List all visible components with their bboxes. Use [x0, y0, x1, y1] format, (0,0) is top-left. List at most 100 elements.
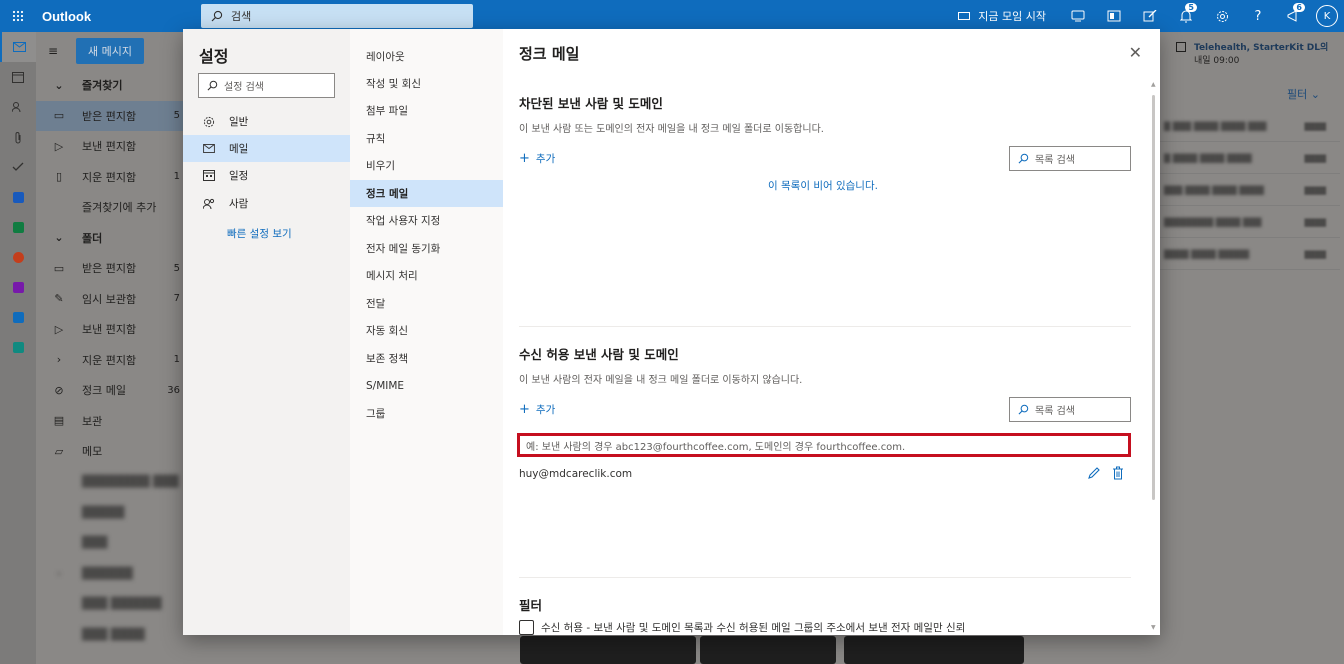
subcategory-item[interactable]: 그룹	[350, 400, 503, 427]
filters-title: 필터	[519, 598, 543, 613]
folder-item[interactable]: ⊘ 정크 메일 36	[36, 375, 200, 406]
trust-safe-only-checkbox[interactable]	[519, 620, 534, 635]
scroll-up-icon[interactable]: ▲	[1151, 81, 1156, 88]
scroll-down-icon[interactable]: ▼	[1151, 624, 1156, 631]
notifications-bell-icon[interactable]: 5	[1168, 0, 1204, 32]
folder-item[interactable]: ▱ 메모	[36, 436, 200, 467]
powerpoint-app-icon[interactable]	[0, 242, 36, 272]
user-avatar[interactable]: K	[1316, 5, 1338, 27]
safe-list-search-input[interactable]: 목록 검색	[1009, 397, 1131, 422]
folder-item-blurred: █████	[82, 505, 125, 519]
edit-pencil-icon[interactable]	[1087, 466, 1101, 483]
folder-label: 즐겨찾기	[82, 79, 123, 93]
attachments-app-icon[interactable]	[0, 122, 36, 152]
preview-thumbnail	[700, 636, 836, 664]
folder-item[interactable]: › 지운 편지함 1	[36, 345, 200, 376]
subcategory-item[interactable]: 레이아웃	[350, 43, 503, 70]
filter-button[interactable]: 필터 ⌄	[1287, 86, 1320, 102]
compose-note-icon[interactable]	[1132, 0, 1168, 32]
message-row[interactable]: █ ███ ████ ████ ███ ████	[1160, 112, 1340, 142]
subcategory-item[interactable]: 전자 메일 동기화	[350, 235, 503, 262]
folder-item[interactable]: ▷ 보낸 편지함	[36, 131, 200, 162]
folder-label: 받은 편지함	[82, 262, 137, 276]
people-app-icon[interactable]	[0, 92, 36, 122]
calendar-app-icon[interactable]	[0, 62, 36, 92]
subcategory-item[interactable]: 전달	[350, 290, 503, 317]
folder-item[interactable]: ▷ 보낸 편지함	[36, 314, 200, 345]
add-favorite-link[interactable]: 즐겨찾기에 추가	[36, 192, 200, 223]
folder-group-folders[interactable]: ⌄ 폴더	[36, 223, 200, 254]
folder-item-blurred: ███ ████	[82, 627, 145, 641]
settings-category-people[interactable]: 사람	[183, 190, 350, 217]
settings-gear-icon[interactable]	[1204, 0, 1240, 32]
folder-item[interactable]: ▭ 받은 편지함 5	[36, 253, 200, 284]
add-blocked-sender-button[interactable]: + 추가	[519, 151, 555, 166]
close-icon[interactable]: ✕	[1129, 43, 1142, 62]
folder-count: 5	[173, 110, 180, 122]
reminder-time: 내일 09:00	[1194, 56, 1240, 66]
mail-app-icon[interactable]	[0, 32, 36, 62]
calendar-reminder[interactable]: Telehealth, StarterKit DL의 내일 09:00	[1176, 40, 1344, 66]
settings-search-input[interactable]: 설정 검색	[198, 73, 335, 98]
blocked-list-search-input[interactable]: 목록 검색	[1009, 146, 1131, 171]
subcategory-item[interactable]: S/MIME	[350, 372, 503, 399]
add-label: 추가	[535, 404, 556, 416]
folder-group-favorites[interactable]: ⌄ 즐겨찾기	[36, 70, 200, 101]
meet-now-button[interactable]: 지금 모임 시작	[958, 8, 1046, 24]
subcategory-item[interactable]: 작업 사용자 지정	[350, 207, 503, 234]
folder-item[interactable]: ▯ 지운 편지함 1	[36, 162, 200, 193]
folder-label: 임시 보관함	[82, 292, 137, 306]
folder-label: 보관	[82, 414, 103, 428]
subcategory-item-junk[interactable]: 정크 메일	[350, 180, 503, 207]
app-title[interactable]: Outlook	[42, 9, 202, 24]
add-safe-sender-button[interactable]: + 추가	[519, 402, 555, 417]
settings-category-general[interactable]: 일반	[183, 108, 350, 135]
subcategory-item[interactable]: 첨부 파일	[350, 97, 503, 124]
subcategory-item[interactable]: 비우기	[350, 152, 503, 179]
delete-trash-icon[interactable]	[1112, 466, 1124, 483]
trust-safe-only-option[interactable]: 수신 허용 - 보낸 사람 및 도메인 목록과 수신 허용된 메일 그룹의 주소…	[519, 620, 965, 635]
subcategory-item[interactable]: 보존 정책	[350, 345, 503, 372]
message-row[interactable]: ███ ████ ████ ████ ████	[1160, 176, 1340, 206]
settings-category-calendar[interactable]: 일정	[183, 162, 350, 189]
megaphone-icon[interactable]: 6	[1276, 0, 1312, 32]
filter-label: 필터	[1287, 88, 1308, 101]
folder-item-blurred: ███	[82, 536, 108, 550]
subcategory-item[interactable]: 메시지 처리	[350, 262, 503, 289]
sway-app-icon[interactable]	[0, 332, 36, 362]
teams-icon[interactable]	[1060, 0, 1096, 32]
yammer-app-icon[interactable]	[0, 302, 36, 332]
subcategory-item[interactable]: 규칙	[350, 125, 503, 152]
subcategory-item[interactable]: 작성 및 회신	[350, 70, 503, 97]
message-row[interactable]: ████ ████ █████ ████	[1160, 240, 1340, 270]
folder-item[interactable]: ▤ 보관	[36, 406, 200, 437]
quick-settings-link[interactable]: 빠른 설정 보기	[227, 226, 292, 241]
hamburger-menu-icon[interactable]: ≡	[48, 44, 62, 58]
category-label: 사람	[229, 198, 249, 210]
folder-item[interactable]: ✎ 임시 보관함 7	[36, 284, 200, 315]
onenote-app-icon[interactable]	[0, 272, 36, 302]
scrollbar-thumb[interactable]	[1152, 95, 1155, 500]
app-launcher-icon[interactable]	[0, 0, 36, 32]
message-row[interactable]: ████████ ████ ███ ████	[1160, 208, 1340, 238]
folder-label: 지운 편지함	[82, 353, 137, 367]
excel-app-icon[interactable]	[0, 212, 36, 242]
help-icon[interactable]: ?	[1240, 0, 1276, 32]
message-row[interactable]: █ ████ ████ ████ ████	[1160, 144, 1340, 174]
subcategory-item[interactable]: 자동 회신	[350, 317, 503, 344]
folder-label: 지운 편지함	[82, 170, 137, 184]
block-icon: ⊘	[54, 383, 64, 397]
panel-scrollbar[interactable]: ▲ ▼	[1151, 81, 1156, 631]
safe-sender-input[interactable]: 예: 보낸 사람의 경우 abc123@fourthcoffee.com, 도메…	[517, 433, 1131, 457]
global-search-input[interactable]: 검색	[201, 4, 473, 28]
todo-app-icon[interactable]	[0, 152, 36, 182]
word-icon[interactable]	[1096, 0, 1132, 32]
settings-category-mail[interactable]: 메일	[183, 135, 350, 162]
plus-icon: +	[519, 151, 530, 166]
new-message-button[interactable]: 새 메시지	[76, 38, 144, 64]
folder-item[interactable]: ▭ 받은 편지함 5	[36, 100, 200, 131]
search-icon	[1018, 404, 1029, 415]
word-app-icon[interactable]	[0, 182, 36, 212]
list-search-placeholder: 목록 검색	[1035, 155, 1075, 166]
safe-senders-description: 이 보낸 사람의 전자 메일을 내 정크 메일 폴더로 이동하지 않습니다.	[519, 375, 803, 386]
